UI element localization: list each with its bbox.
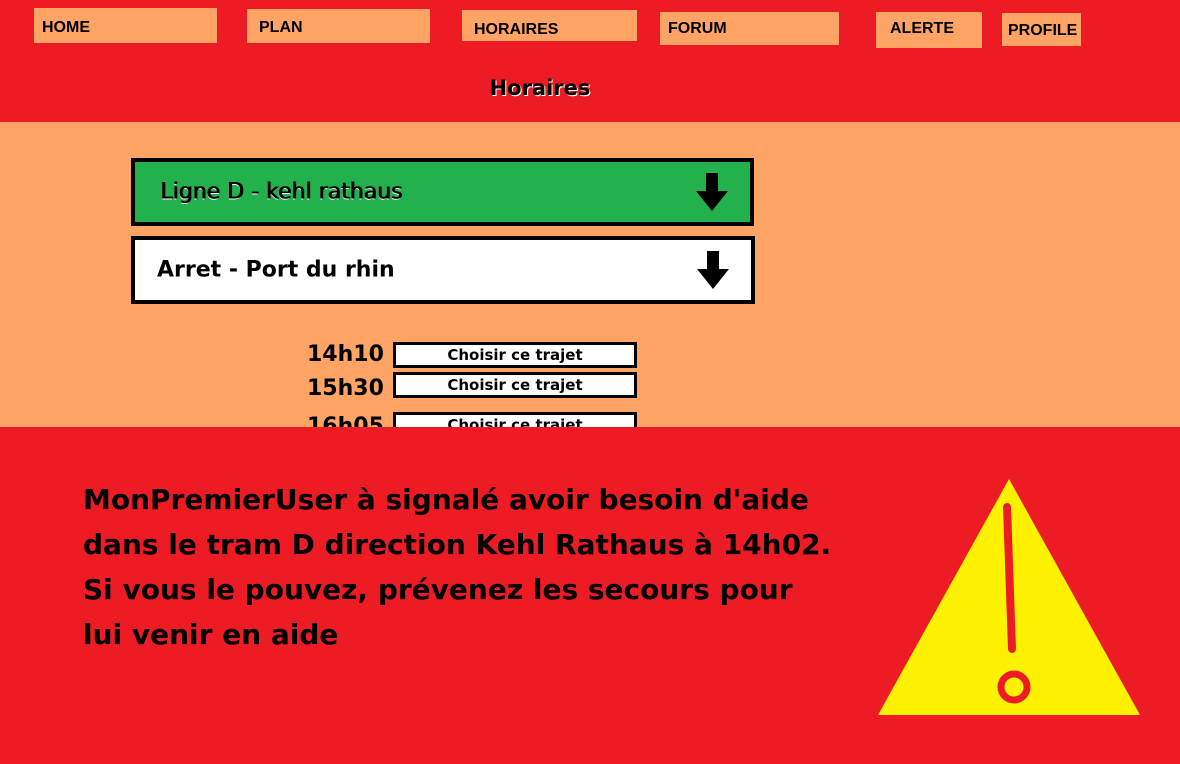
arrow-down-icon bbox=[696, 173, 728, 211]
nav-home-button[interactable]: HOME bbox=[34, 8, 217, 43]
stop-select[interactable]: Arret - Port du rhin bbox=[131, 236, 755, 304]
line-select-label: Ligne D - kehl rathaus bbox=[160, 179, 403, 205]
header: HOME PLAN HORAIRES FORUM ALERTE PROFILE … bbox=[0, 0, 1180, 122]
line-select[interactable]: Ligne D - kehl rathaus bbox=[131, 158, 754, 226]
departure-time: 14h10 bbox=[307, 342, 384, 367]
alert-line: MonPremierUser à signalé avoir besoin d'… bbox=[83, 483, 809, 516]
alert-line: Si vous le pouvez, prévenez les secours … bbox=[83, 573, 793, 606]
alert-line: dans le tram D direction Kehl Rathaus à … bbox=[83, 528, 832, 561]
alert-line: lui venir en aide bbox=[83, 618, 339, 651]
stop-select-label: Arret - Port du rhin bbox=[157, 257, 395, 283]
choose-trip-button[interactable]: Choisir ce trajet bbox=[393, 372, 637, 398]
nav-profile-button[interactable]: PROFILE bbox=[1002, 13, 1081, 46]
nav-plan-button[interactable]: PLAN bbox=[247, 9, 430, 43]
nav-alerte-button[interactable]: ALERTE bbox=[876, 12, 982, 48]
choose-trip-button[interactable]: Choisir ce trajet bbox=[393, 412, 637, 427]
alert-message: MonPremierUser à signalé avoir besoin d'… bbox=[83, 477, 843, 657]
warning-icon bbox=[878, 479, 1140, 715]
choose-trip-button[interactable]: Choisir ce trajet bbox=[393, 342, 637, 368]
departure-time: 15h30 bbox=[307, 376, 384, 401]
page-title: Horaires bbox=[489, 76, 591, 100]
nav-forum-button[interactable]: FORUM bbox=[660, 12, 839, 45]
arrow-down-icon bbox=[697, 251, 729, 289]
alert-popup: MonPremierUser à signalé avoir besoin d'… bbox=[0, 427, 1180, 764]
nav-horaires-button[interactable]: HORAIRES bbox=[462, 10, 637, 41]
schedule-panel: Ligne D - kehl rathaus Arret - Port du r… bbox=[0, 122, 1180, 427]
departure-time: 16h05 bbox=[307, 414, 384, 428]
